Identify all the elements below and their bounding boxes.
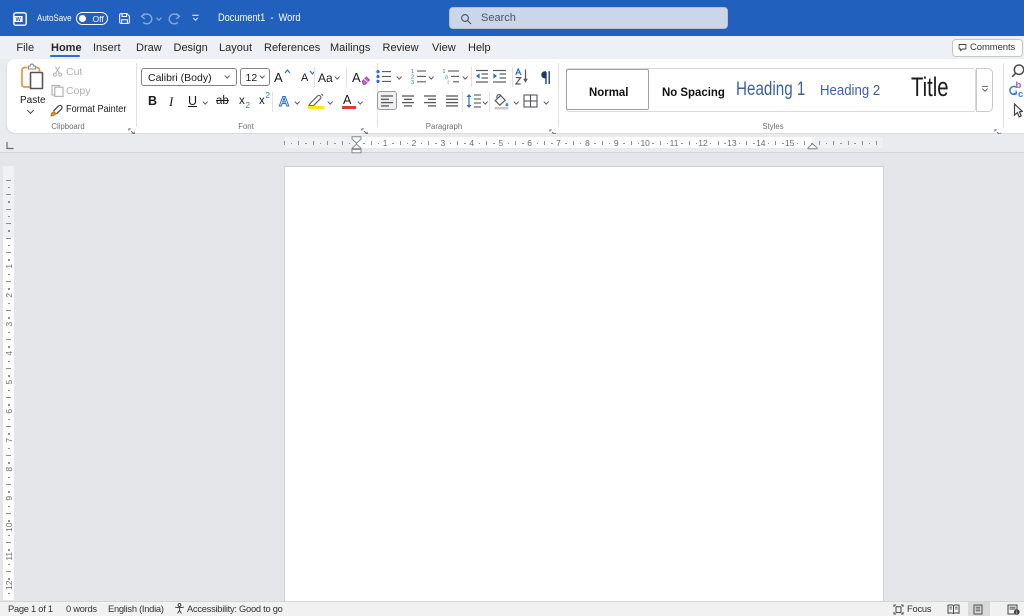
svg-text:i: i (1016, 609, 1017, 614)
